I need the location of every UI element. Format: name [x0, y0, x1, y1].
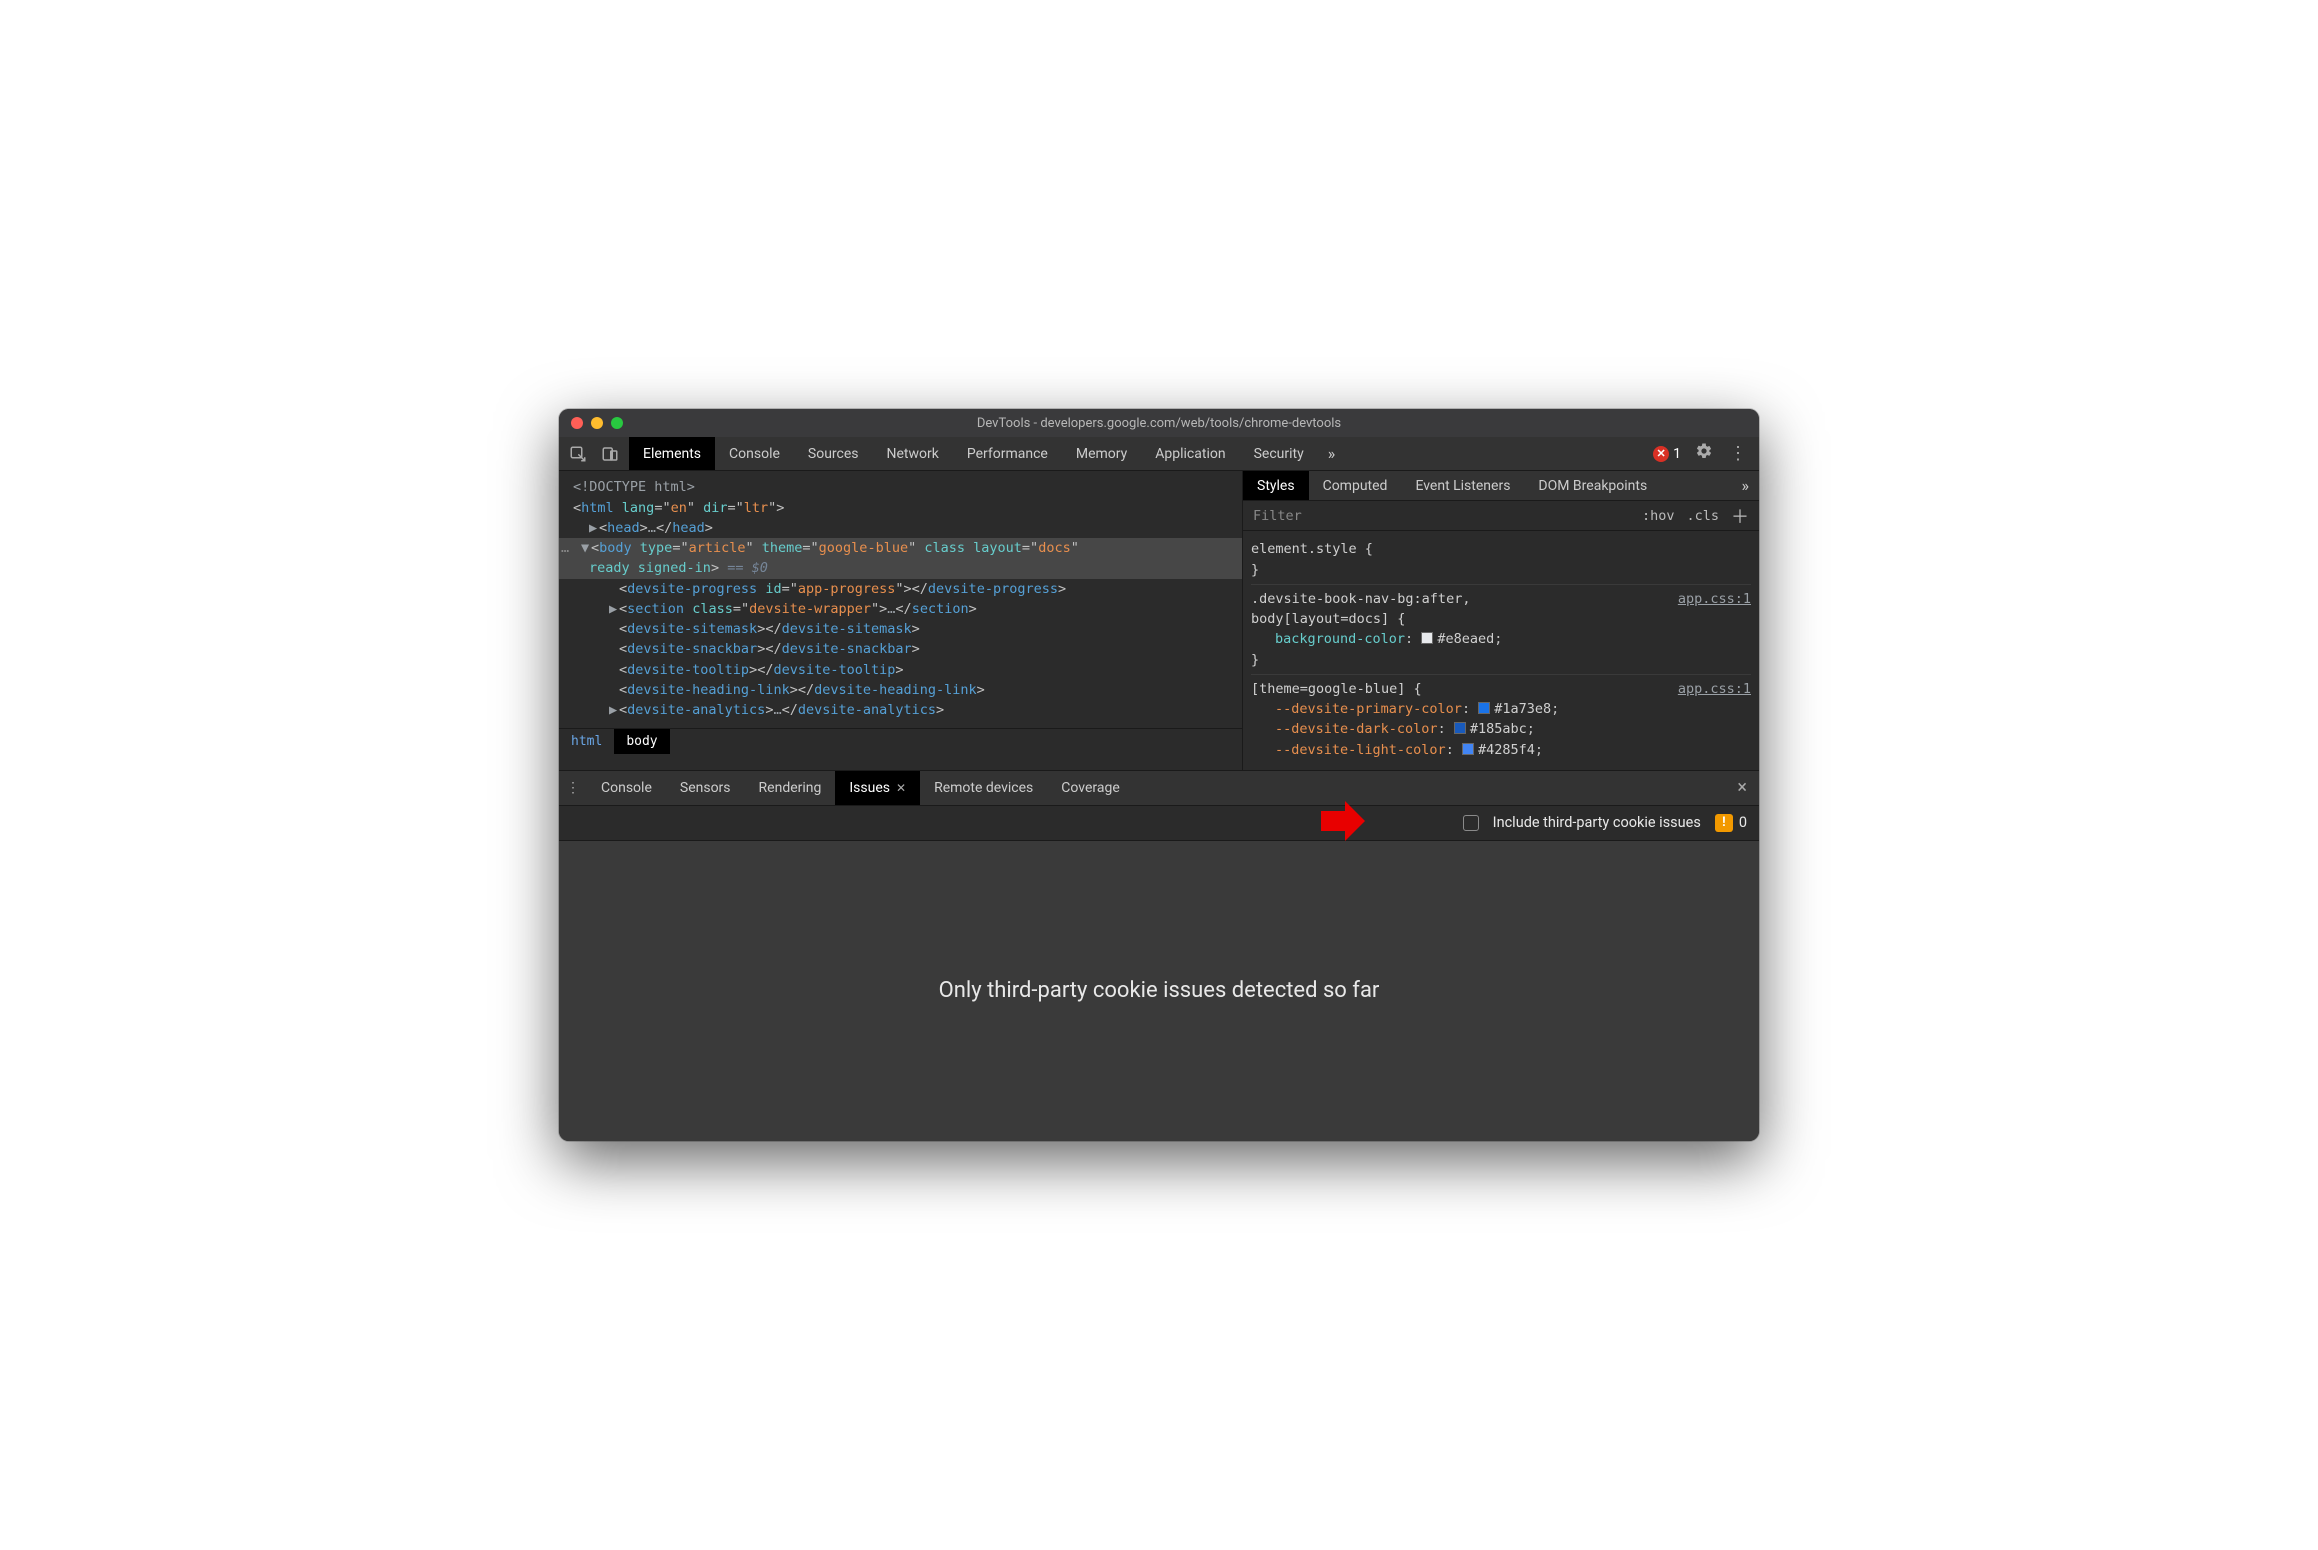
devtools-window: DevTools - developers.google.com/web/too…: [559, 409, 1759, 1141]
close-icon[interactable]: ✕: [896, 781, 906, 795]
breadcrumb: html body: [559, 728, 1242, 754]
dom-line-child[interactable]: <devsite-tooltip></devsite-tooltip>: [567, 660, 1234, 680]
main-tabbar: Elements Console Sources Network Perform…: [559, 437, 1759, 471]
styles-panel: Styles Computed Event Listeners DOM Brea…: [1243, 471, 1759, 770]
device-toolbar-icon[interactable]: [599, 443, 621, 465]
expand-triangle-icon[interactable]: ▶: [609, 599, 619, 619]
error-count: 1: [1673, 446, 1681, 462]
tab-performance[interactable]: Performance: [953, 437, 1062, 470]
more-menu-icon[interactable]: ⋮: [1727, 443, 1749, 464]
tab-memory[interactable]: Memory: [1062, 437, 1141, 470]
dom-line-child[interactable]: <devsite-snackbar></devsite-snackbar>: [567, 639, 1234, 659]
hov-toggle[interactable]: :hov: [1642, 508, 1675, 524]
drawer-tab-coverage[interactable]: Coverage: [1047, 771, 1133, 805]
styles-tab-computed[interactable]: Computed: [1309, 471, 1402, 500]
styles-tabs: Styles Computed Event Listeners DOM Brea…: [1243, 471, 1759, 501]
tab-security[interactable]: Security: [1240, 437, 1318, 470]
drawer-tab-remote-devices[interactable]: Remote devices: [920, 771, 1047, 805]
breadcrumb-body[interactable]: body: [614, 729, 669, 754]
tab-overflow[interactable]: »: [1318, 437, 1346, 470]
panels-split: <!DOCTYPE html> <html lang="en" dir="ltr…: [559, 471, 1759, 770]
main-tabs: Elements Console Sources Network Perform…: [629, 437, 1345, 470]
issues-count: 0: [1739, 814, 1747, 831]
traffic-lights: [571, 417, 623, 429]
color-swatch[interactable]: [1462, 743, 1474, 755]
issues-empty-state: Only third-party cookie issues detected …: [559, 841, 1759, 1141]
tab-application[interactable]: Application: [1141, 437, 1239, 470]
dom-line-head[interactable]: ▶<head>…</head>: [567, 518, 1234, 538]
rule-block[interactable]: app.css:1 .devsite-book-nav-bg:after, bo…: [1251, 585, 1751, 675]
styles-tab-overflow[interactable]: »: [1732, 471, 1760, 500]
drawer-tab-issues-label: Issues: [849, 780, 890, 796]
cls-toggle[interactable]: .cls: [1686, 508, 1719, 524]
window-close-button[interactable]: [571, 417, 583, 429]
tab-network[interactable]: Network: [873, 437, 953, 470]
annotation-arrow-icon: [1321, 801, 1365, 845]
dom-line-child[interactable]: ▶<devsite-analytics>…</devsite-analytics…: [567, 700, 1234, 720]
expand-triangle-icon[interactable]: ▼: [581, 538, 591, 558]
tab-sources[interactable]: Sources: [794, 437, 873, 470]
rule-block[interactable]: app.css:1 [theme=google-blue] { --devsit…: [1251, 675, 1751, 764]
drawer-tab-console[interactable]: Console: [587, 771, 666, 805]
titlebar: DevTools - developers.google.com/web/too…: [559, 409, 1759, 437]
dom-line-child[interactable]: <devsite-progress id="app-progress"></de…: [567, 579, 1234, 599]
styles-filter-input[interactable]: [1249, 501, 1642, 530]
breadcrumb-html[interactable]: html: [559, 729, 614, 754]
rule-block[interactable]: element.style { }: [1251, 535, 1751, 585]
dom-line-body-cont[interactable]: ready signed-in> == $0: [559, 558, 1242, 578]
styles-tab-event-listeners[interactable]: Event Listeners: [1401, 471, 1524, 500]
dom-panel: <!DOCTYPE html> <html lang="en" dir="ltr…: [559, 471, 1243, 770]
color-swatch[interactable]: [1421, 632, 1433, 644]
color-swatch[interactable]: [1478, 702, 1490, 714]
drawer-tab-rendering[interactable]: Rendering: [745, 771, 836, 805]
drawer-tab-issues[interactable]: Issues ✕: [835, 771, 920, 805]
error-badge[interactable]: ✕ 1: [1653, 446, 1681, 462]
dom-line-child[interactable]: ▶<section class="devsite-wrapper">…</sec…: [567, 599, 1234, 619]
drawer-menu-icon[interactable]: ⋮: [559, 771, 587, 805]
rule-source-link[interactable]: app.css:1: [1678, 589, 1751, 609]
css-rules[interactable]: element.style { } app.css:1 .devsite-boo…: [1243, 531, 1759, 770]
dom-line-html[interactable]: <html lang="en" dir="ltr">: [567, 498, 1234, 518]
window-title: DevTools - developers.google.com/web/too…: [571, 416, 1747, 431]
drawer: ⋮ Console Sensors Rendering Issues ✕ Rem…: [559, 770, 1759, 1141]
error-icon: ✕: [1653, 446, 1669, 462]
dom-tree[interactable]: <!DOCTYPE html> <html lang="en" dir="ltr…: [559, 471, 1242, 728]
drawer-tab-sensors[interactable]: Sensors: [666, 771, 745, 805]
window-zoom-button[interactable]: [611, 417, 623, 429]
tab-elements[interactable]: Elements: [629, 437, 715, 470]
dom-line-doctype[interactable]: <!DOCTYPE html>: [567, 477, 1234, 497]
drawer-tabs: ⋮ Console Sensors Rendering Issues ✕ Rem…: [559, 771, 1759, 805]
inspect-element-icon[interactable]: [567, 443, 589, 465]
issues-toolbar: Include third-party cookie issues ! 0: [559, 805, 1759, 841]
expand-triangle-icon[interactable]: ▶: [589, 518, 599, 538]
warning-icon: !: [1715, 814, 1733, 832]
tab-console[interactable]: Console: [715, 437, 794, 470]
styles-filter-row: :hov .cls ＋: [1243, 501, 1759, 531]
dom-line-body[interactable]: ▼<body type="article" theme="google-blue…: [559, 538, 1242, 558]
new-style-rule-icon[interactable]: ＋: [1731, 503, 1749, 529]
include-third-party-label: Include third-party cookie issues: [1493, 814, 1701, 831]
dom-line-child[interactable]: <devsite-heading-link></devsite-heading-…: [567, 680, 1234, 700]
color-swatch[interactable]: [1454, 722, 1466, 734]
expand-triangle-icon[interactable]: ▶: [609, 700, 619, 720]
include-third-party-checkbox[interactable]: [1463, 815, 1479, 831]
styles-tab-styles[interactable]: Styles: [1243, 471, 1309, 500]
styles-tab-dom-breakpoints[interactable]: DOM Breakpoints: [1524, 471, 1661, 500]
rule-source-link[interactable]: app.css:1: [1678, 679, 1751, 699]
window-minimize-button[interactable]: [591, 417, 603, 429]
drawer-close-icon[interactable]: ×: [1725, 771, 1759, 805]
issues-count-badge[interactable]: ! 0: [1715, 814, 1747, 832]
dom-line-child[interactable]: <devsite-sitemask></devsite-sitemask>: [567, 619, 1234, 639]
settings-gear-icon[interactable]: [1695, 442, 1713, 465]
issues-empty-message: Only third-party cookie issues detected …: [939, 978, 1380, 1003]
